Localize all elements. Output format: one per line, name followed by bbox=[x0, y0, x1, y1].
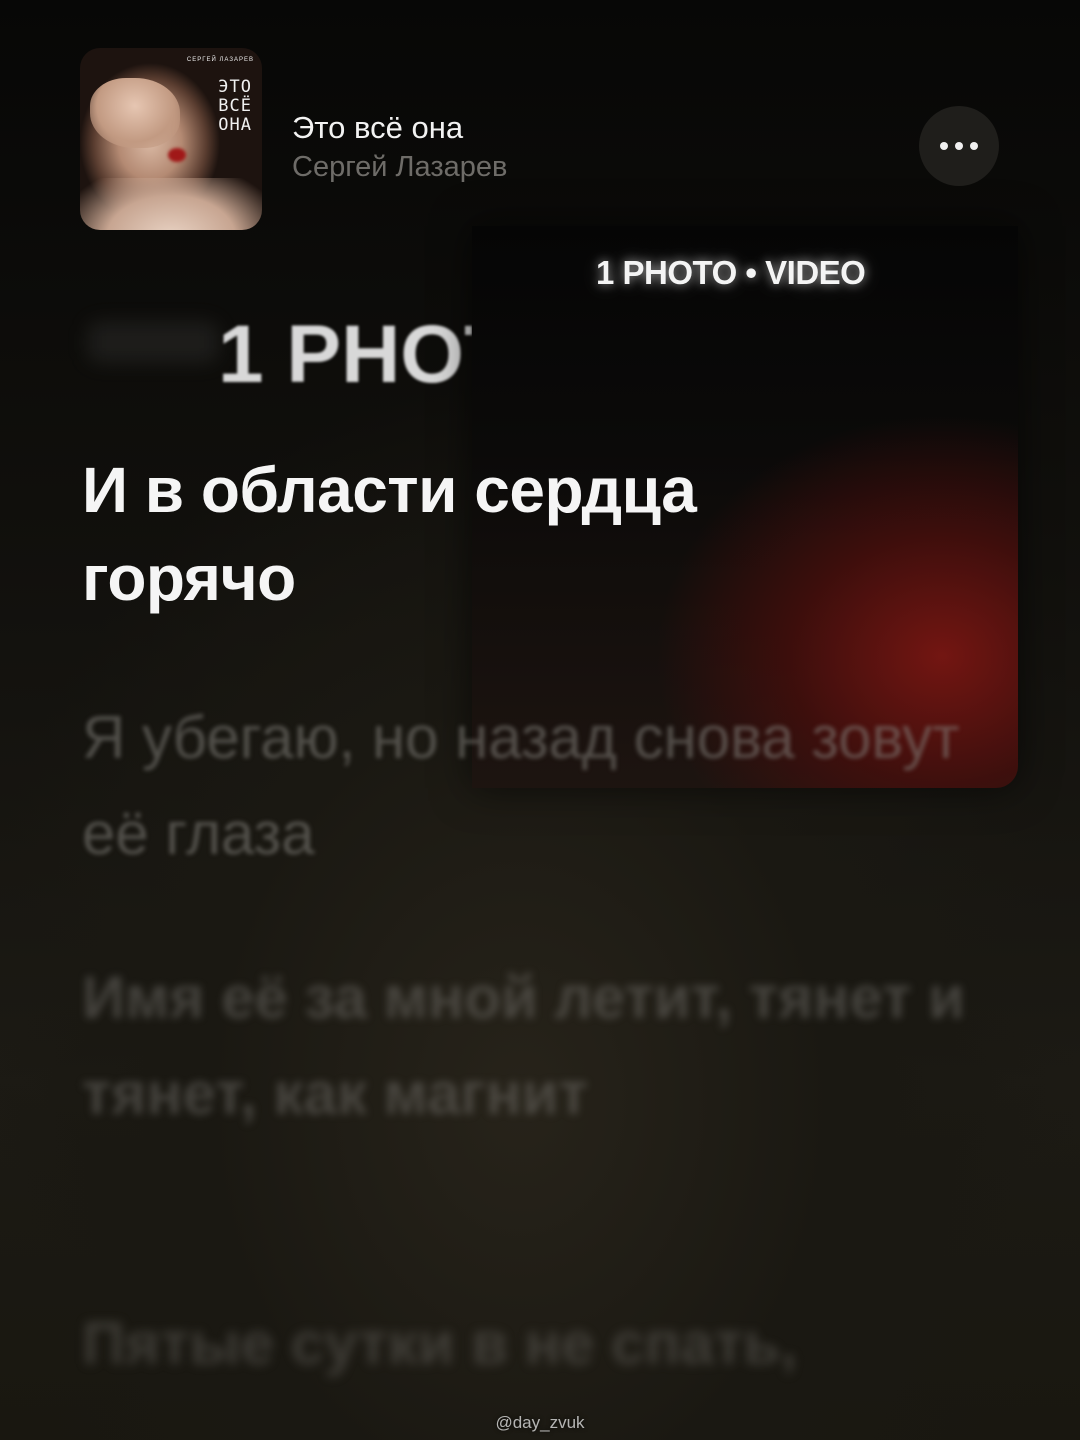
more-horizontal-icon bbox=[940, 142, 948, 150]
cover-lipstick-mark bbox=[168, 148, 186, 162]
track-artist[interactable]: Сергей Лазарев bbox=[292, 151, 507, 184]
album-cover[interactable]: СЕРГЕЙ ЛАЗАРЕВ ЭТО ВСЁ ОНА bbox=[80, 48, 262, 230]
cover-title-line: ЭТО bbox=[218, 77, 252, 97]
more-horizontal-icon bbox=[970, 142, 978, 150]
cover-title-line: ВСЁ bbox=[218, 96, 252, 116]
upcoming-lyric-line[interactable]: Пятые сутки в не спать, bbox=[82, 1296, 982, 1392]
overlay-background-text: 1 PHOTO bbox=[218, 309, 472, 400]
more-horizontal-icon bbox=[955, 142, 963, 150]
blurred-lyric-fragment bbox=[88, 322, 218, 362]
more-options-button[interactable] bbox=[919, 106, 999, 186]
watermark: @day_zvuk bbox=[495, 1413, 585, 1432]
cover-hand-shape bbox=[90, 78, 180, 148]
overlay-label: 1 PHOTO • VIDEO bbox=[596, 254, 866, 291]
upcoming-lyric-line[interactable]: Имя её за мной летит, тянет и тянет, как… bbox=[82, 950, 982, 1142]
track-title: Это всё она bbox=[292, 110, 464, 145]
cover-artist-name: СЕРГЕЙ ЛАЗАРЕВ bbox=[186, 57, 254, 63]
upcoming-lyric-line[interactable]: Я убегаю, но назад снова зовут её глаза bbox=[82, 690, 982, 882]
active-lyric-line[interactable]: И в области сердца горячо bbox=[82, 446, 902, 622]
cover-shoulder-shape bbox=[80, 178, 262, 230]
cover-title: ЭТО ВСЁ ОНА bbox=[218, 78, 252, 135]
cover-title-line: ОНА bbox=[218, 115, 252, 135]
